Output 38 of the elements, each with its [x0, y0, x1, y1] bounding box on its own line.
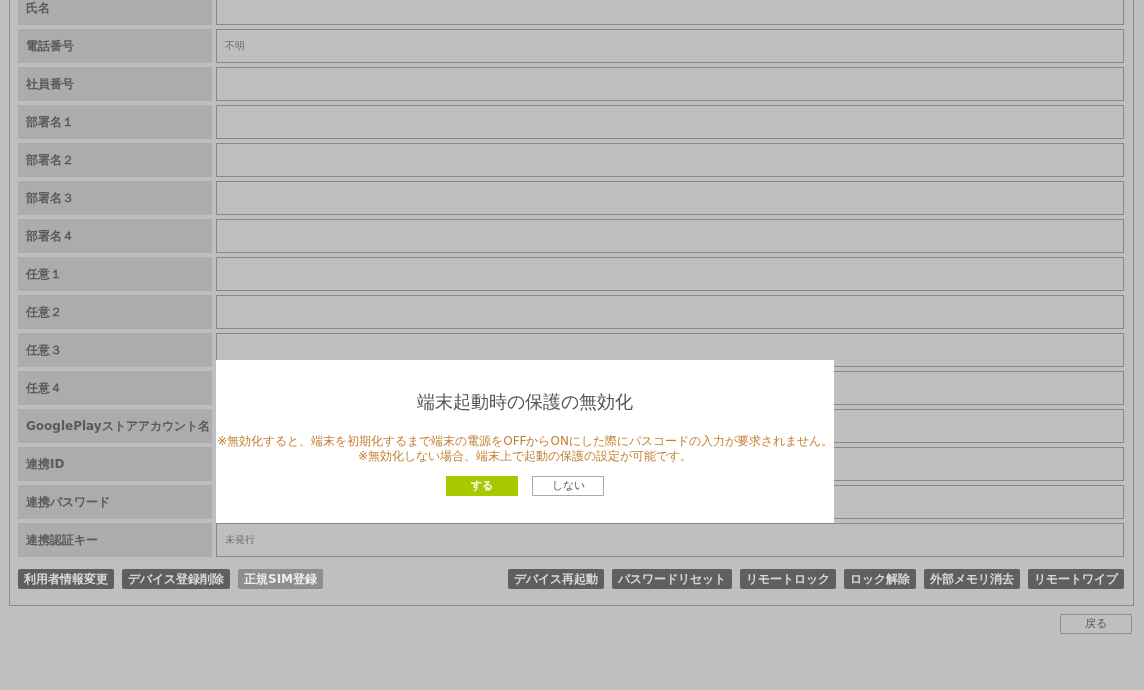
action-button[interactable]: デバイス登録削除 [122, 569, 230, 589]
action-button[interactable]: 外部メモリ消去 [924, 569, 1020, 589]
field-label: 連携認証キー [18, 523, 212, 557]
back-button[interactable]: 戻る [1060, 614, 1132, 634]
field-label: 任意１ [18, 257, 212, 291]
input-field[interactable] [216, 295, 1124, 329]
input-field[interactable] [216, 219, 1124, 253]
input-field[interactable] [216, 105, 1124, 139]
action-button[interactable]: リモートワイプ [1028, 569, 1124, 589]
field-label: GooglePlayストアアカウント名 [18, 409, 212, 443]
field-label: 任意３ [18, 333, 212, 367]
note-text: ※無効化しない場合、端末上で起動の保護の設定が可能です。 [357, 449, 693, 464]
input-field[interactable] [216, 257, 1124, 291]
field-label: 部署名３ [18, 181, 212, 215]
field-label: 電話番号 [18, 29, 212, 63]
field-label: 部署名１ [18, 105, 212, 139]
input-field[interactable] [216, 0, 1124, 25]
field-label: 任意４ [18, 371, 212, 405]
action-button[interactable]: デバイス再起動 [508, 569, 604, 589]
input-field[interactable] [216, 181, 1124, 215]
note-text: ※無効化すると、端末を初期化するまで端末の電源をOFFからONにした際にパスコードの入力が要求されません。 [217, 434, 833, 449]
input-field[interactable]: 不明 [216, 29, 1124, 63]
field-label: 氏名 [18, 0, 212, 25]
field-label: 部署名４ [18, 219, 212, 253]
field-label: 部署名２ [18, 143, 212, 177]
dialog-title: 端末起動時の保護の無効化 [417, 390, 633, 414]
action-button[interactable]: ロック解除 [844, 569, 916, 589]
action-button[interactable]: リモートロック [740, 569, 836, 589]
input-field[interactable]: 未発行 [216, 523, 1124, 557]
action-button[interactable]: パスワードリセット [612, 569, 732, 589]
field-label: 社員番号 [18, 67, 212, 101]
field-label: 連携パスワード [18, 485, 212, 519]
action-button[interactable]: 利用者情報変更 [18, 569, 114, 589]
input-field[interactable] [216, 67, 1124, 101]
field-label: 連携ID [18, 447, 212, 481]
input-field[interactable] [216, 143, 1124, 177]
field-label: 任意２ [18, 295, 212, 329]
cancel-button[interactable]: しない [532, 476, 604, 496]
